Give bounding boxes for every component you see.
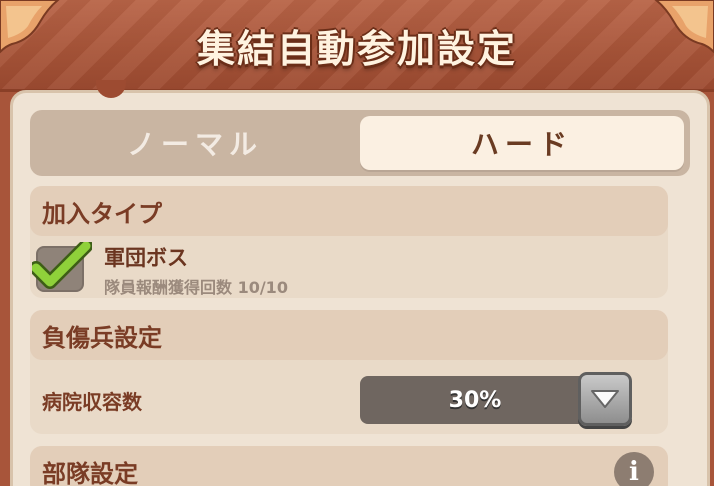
troops-section: 部隊設定 i xyxy=(30,446,668,486)
header-banner: 集結自動参加設定 xyxy=(0,0,714,92)
boss-reward-count: 隊員報酬獲得回数 10/10 xyxy=(104,278,288,297)
checkmark-icon xyxy=(32,242,92,289)
join-type-section: 加入タイプ 軍団ボス 隊員報酬獲得回数 10/10 xyxy=(30,186,668,298)
tab-normal[interactable]: ノーマル xyxy=(36,116,354,170)
tab-hard[interactable]: ハード xyxy=(360,116,684,170)
chevron-down-icon xyxy=(591,390,619,408)
dropdown-button[interactable] xyxy=(578,372,632,426)
boss-option-label: 軍団ボス xyxy=(104,246,188,270)
wounded-section: 負傷兵設定 病院収容数 30% xyxy=(30,310,668,434)
info-icon[interactable]: i xyxy=(614,452,654,486)
page-title: 集結自動参加設定 xyxy=(196,27,517,71)
join-type-title: 加入タイプ xyxy=(30,186,668,236)
wounded-title: 負傷兵設定 xyxy=(30,310,668,360)
troops-title: 部隊設定 xyxy=(30,446,668,486)
hospital-capacity-label: 病院収容数 xyxy=(42,390,142,414)
difficulty-tabs: ノーマル ハード xyxy=(30,110,690,176)
